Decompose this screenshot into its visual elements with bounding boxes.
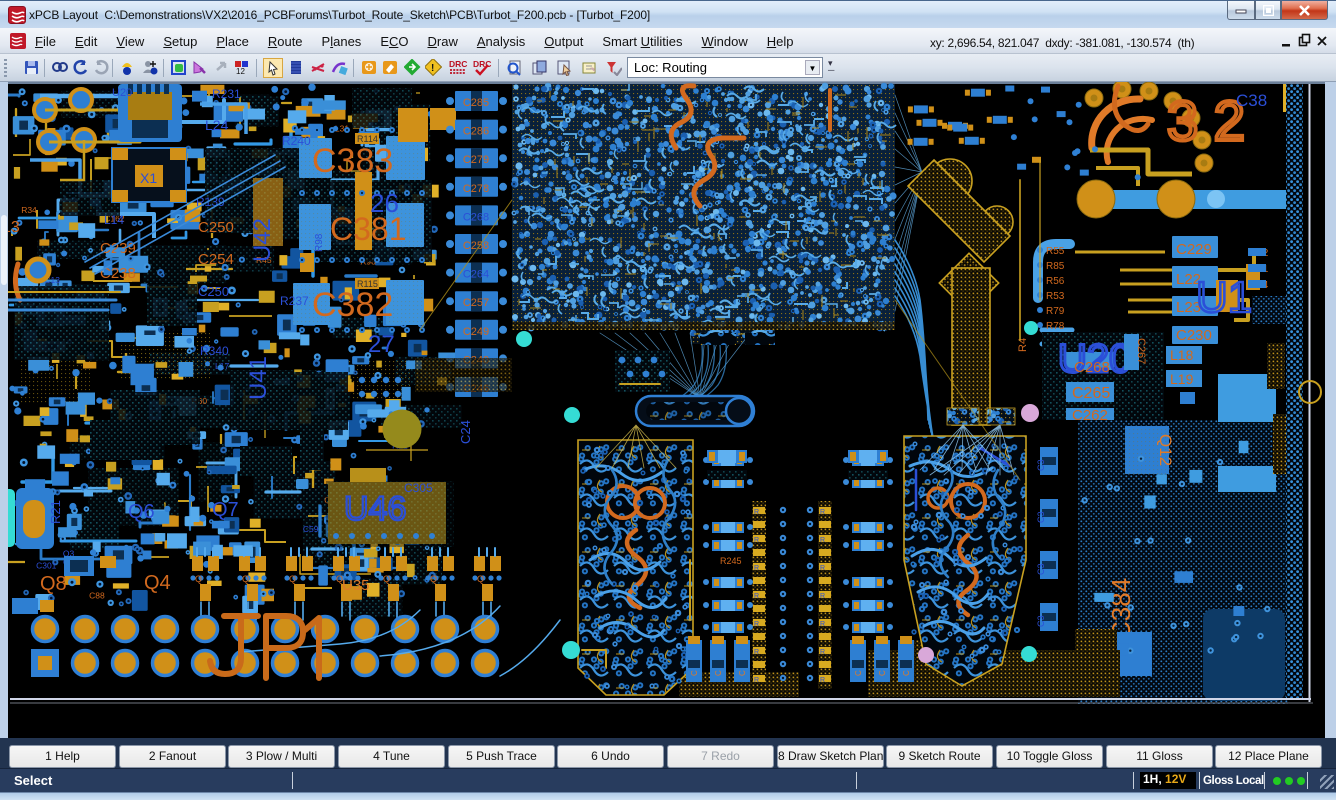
svg-text:R: R [820,537,825,544]
svg-text:R: R [754,677,759,684]
svg-text:C279: C279 [463,154,489,166]
svg-text:C3: C3 [1036,511,1046,523]
svg-text:Q: Q [383,574,390,584]
svg-text:R56: R56 [1046,276,1065,287]
svg-text:L14: L14 [104,213,124,227]
svg-text:X1: X1 [140,170,157,186]
svg-text:R340: R340 [200,344,229,358]
svg-text:R: R [820,649,825,656]
svg-text:R245: R245 [720,556,742,566]
svg-text:Q8: Q8 [40,573,67,595]
svg-text:R: R [820,509,825,516]
svg-text:U35: U35 [342,577,370,594]
svg-text:C59: C59 [303,524,319,534]
svg-text:Q12: Q12 [1156,434,1175,466]
svg-text:L24: L24 [205,117,229,133]
svg-text:C88: C88 [89,591,105,601]
svg-text:L18: L18 [1170,347,1194,363]
svg-text:C: C [902,670,911,676]
svg-text:Q: Q [242,574,249,584]
svg-text:Q7: Q7 [212,499,239,521]
svg-text:C301: C301 [36,561,57,571]
svg-text:C278: C278 [463,183,489,195]
svg-text:C3: C3 [1036,459,1046,471]
svg-text:R: R [754,509,759,516]
svg-text:DRC: DRC [449,59,467,69]
svg-text:C268: C268 [463,211,489,223]
svg-text:R98: R98 [314,233,325,252]
svg-text:R231: R231 [212,87,241,101]
svg-text:R4: R4 [1017,338,1029,352]
svg-text:Q: Q [430,574,437,584]
svg-text:C257: C257 [463,297,489,309]
svg-text:R: R [820,677,825,684]
svg-text:C264: C264 [463,269,489,281]
svg-text:C250: C250 [198,284,229,299]
svg-text:R55: R55 [1046,246,1065,257]
svg-text:U20: U20 [112,87,132,99]
svg-text:R: R [754,649,759,656]
svg-text:DRC: DRC [473,59,491,69]
svg-text:C: C [690,670,699,676]
svg-text:C38: C38 [1236,91,1267,110]
svg-text:C229: C229 [1176,241,1212,258]
svg-text:R: R [754,537,759,544]
svg-text:C382: C382 [312,286,393,324]
svg-text:R53: R53 [1046,291,1065,302]
svg-text:C286: C286 [463,126,489,138]
svg-text:R79: R79 [1046,306,1065,317]
svg-text:L19: L19 [1170,371,1194,387]
svg-text:R34: R34 [21,205,37,215]
svg-text:C230: C230 [1176,327,1212,344]
svg-text:C268: C268 [1074,359,1110,376]
svg-text:Q6: Q6 [128,501,155,523]
svg-text:C: C [854,670,863,676]
svg-text:R240: R240 [282,134,311,148]
svg-text:3 2: 3 2 [1167,89,1245,152]
svg-text:C250: C250 [198,219,234,236]
svg-text:C3: C3 [1036,615,1046,627]
svg-text:C: C [738,670,747,676]
svg-text:R237: R237 [280,294,309,308]
svg-text:C: C [878,670,887,676]
svg-text:Q: Q [477,574,484,584]
svg-text:U41: U41 [245,356,272,400]
svg-text:Q: Q [289,574,296,584]
svg-text:12: 12 [236,67,245,76]
svg-text:!: ! [431,63,434,74]
svg-text:C3: C3 [1036,563,1046,575]
svg-text:U42: U42 [249,218,276,262]
svg-text:26: 26 [370,188,399,218]
svg-text:Q4: Q4 [144,572,171,594]
svg-text:R: R [754,621,759,628]
svg-text:27: 27 [368,331,395,358]
svg-text:R: R [754,565,759,572]
svg-text:C267: C267 [1135,338,1147,364]
svg-text:R: R [754,593,759,600]
svg-text:U1: U1 [1196,273,1252,322]
svg-text:C383: C383 [312,142,393,180]
svg-text:C: C [714,670,723,676]
svg-text:C249: C249 [463,326,489,338]
svg-text:R: R [820,593,825,600]
svg-text:R78: R78 [1046,321,1065,332]
svg-text:R85: R85 [1046,261,1065,272]
svg-text:C285: C285 [463,97,489,109]
svg-text:U46: U46 [344,490,406,528]
svg-text:R21: R21 [48,500,63,524]
svg-text:C24: C24 [458,420,473,444]
svg-text:C254: C254 [198,251,234,268]
svg-text:Q: Q [195,574,202,584]
svg-text:C265: C265 [1072,385,1110,402]
svg-text:C305: C305 [404,481,433,495]
svg-text:R: R [820,565,825,572]
svg-text:R: R [820,621,825,628]
